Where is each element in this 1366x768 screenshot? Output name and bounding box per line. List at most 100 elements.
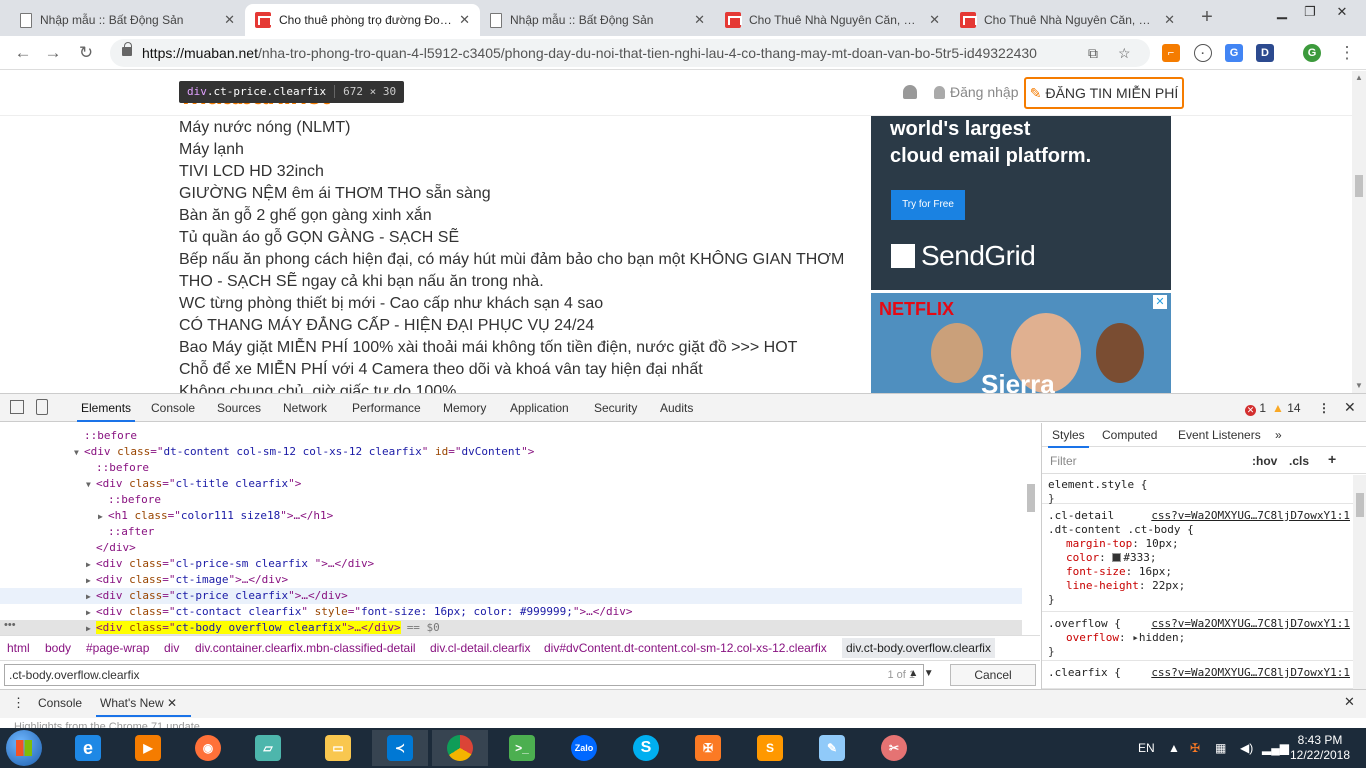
tab-network[interactable]: Network	[283, 401, 327, 415]
dom-node-line[interactable]: </div>	[0, 540, 1022, 556]
scrollbar-thumb[interactable]	[1027, 484, 1035, 512]
tab-application[interactable]: Application	[510, 401, 569, 415]
css-rule[interactable]: .overflow {css?v=Wa2OMXYUG…7C8ljD7owxY1:…	[1042, 614, 1354, 661]
browser-tab-2[interactable]: Cho thuê phòng trọ đường Đoàn V ✕	[245, 4, 480, 36]
filter-input[interactable]: Filter	[1050, 454, 1077, 468]
dom-node-line[interactable]: ::before	[0, 492, 1022, 508]
css-rule[interactable]: .cl-detail css?v=Wa2OMXYUG…7C8ljD7owxY1:1…	[1042, 506, 1354, 612]
dom-node-line[interactable]: ▶ <div class="ct-body overflow clearfix">…	[0, 620, 1022, 635]
system-clock[interactable]: 8:43 PM 12/22/2018	[1285, 733, 1355, 763]
tab-performance[interactable]: Performance	[352, 401, 421, 415]
address-bar[interactable]: https://muaban.net/nha-tro-phong-tro-qua…	[110, 39, 1150, 67]
try-free-button[interactable]: Try for Free	[891, 190, 965, 220]
zalo-icon[interactable]: Zalo	[556, 730, 612, 766]
paint-icon[interactable]: ✎	[804, 730, 860, 766]
devtools-menu-icon[interactable]: ⋮	[1318, 401, 1330, 415]
volume-icon[interactable]: ◀)	[1240, 728, 1253, 768]
tab-console[interactable]: Console	[151, 401, 195, 415]
tab-security[interactable]: Security	[594, 401, 637, 415]
browser-tab-4[interactable]: Cho Thuê Nhà Nguyên Căn, Bất Độ ✕	[715, 4, 950, 36]
dom-node-line[interactable]: ▶ <div class="ct-price clearfix">…</div>	[0, 588, 1022, 604]
browser-tab-3[interactable]: Nhập mẫu :: Bất Động Sản ✕	[480, 4, 715, 36]
css-source-link[interactable]: css?v=Wa2OMXYUG…7C8ljD7owxY1:1	[1151, 617, 1350, 631]
css-property[interactable]: font-size: 16px;	[1048, 565, 1354, 579]
expand-triangle-icon[interactable]: ▶	[86, 605, 96, 621]
close-drawer-icon[interactable]: ✕	[1344, 694, 1355, 710]
translate-icon[interactable]: ⧉	[1088, 45, 1098, 62]
css-source-link[interactable]: css?v=Wa2OMXYUG…7C8ljD7owxY1:1	[1151, 509, 1350, 523]
drawer-tab-console[interactable]: Console	[38, 696, 82, 710]
scroll-up-icon[interactable]: ▲	[1355, 73, 1363, 82]
dom-node-line[interactable]: ::after	[0, 524, 1022, 540]
dom-node-line[interactable]: ::before	[0, 428, 1022, 444]
drawer-menu-icon[interactable]: ⋮	[12, 695, 25, 711]
css-rule[interactable]: .clearfix {css?v=Wa2OMXYUG…7C8ljD7owxY1:…	[1042, 663, 1354, 689]
close-icon[interactable]: ✕	[694, 12, 705, 28]
expand-triangle-icon[interactable]: ▸	[1132, 631, 1139, 644]
extension-icon[interactable]: ⌐	[1162, 44, 1180, 62]
language-indicator[interactable]: EN	[1138, 728, 1155, 768]
chrome-icon[interactable]	[432, 730, 488, 766]
xampp-icon[interactable]: ✠	[680, 730, 736, 766]
vscode-icon[interactable]: ≺	[372, 730, 428, 766]
error-count[interactable]: ✕ 1	[1245, 401, 1266, 416]
close-icon[interactable]: ✕	[224, 12, 235, 28]
css-property[interactable]: overflow: ▸hidden;	[1048, 631, 1354, 645]
xampp-tray-icon[interactable]: ✠	[1190, 728, 1200, 768]
dom-node-line[interactable]: ▶ <div class="cl-price-sm clearfix ">…</d…	[0, 556, 1022, 572]
cancel-button[interactable]: Cancel	[950, 664, 1036, 686]
snipping-tool-icon[interactable]: ✂	[866, 730, 922, 766]
media-player-icon[interactable]: ▶	[120, 730, 176, 766]
styles-scrollbar[interactable]	[1353, 475, 1366, 689]
start-button[interactable]	[6, 730, 42, 766]
close-icon[interactable]: ✕	[459, 12, 470, 28]
scrollbar-thumb[interactable]	[1355, 175, 1363, 197]
class-toggle[interactable]: .cls	[1289, 454, 1309, 468]
dom-node-line[interactable]: ▶ <div class="ct-contact clearfix" style=…	[0, 604, 1022, 620]
search-prev-next-buttons[interactable]: ▲ ▼	[898, 664, 944, 686]
expand-triangle-icon[interactable]: ▶	[98, 509, 108, 525]
post-free-button[interactable]: ✎ ĐĂNG TIN MIỄN PHÍ	[1024, 77, 1184, 109]
breadcrumb-item[interactable]: html	[7, 641, 30, 655]
dom-node-line[interactable]: ▶ <div class="ct-image">…</div>	[0, 572, 1022, 588]
expand-triangle-icon[interactable]: ▼	[86, 477, 96, 493]
browser-tab-5[interactable]: Cho Thuê Nhà Nguyên Căn, Bất Độ ✕	[950, 4, 1185, 36]
drawer-tab-whats-new[interactable]: What's New ✕	[95, 696, 192, 717]
device-toolbar-icon[interactable]	[36, 399, 48, 415]
scroll-down-icon[interactable]: ▼	[1355, 381, 1363, 390]
ad-close-icon[interactable]: ✕	[1153, 295, 1167, 309]
breadcrumb-item[interactable]: #page-wrap	[86, 641, 149, 655]
color-swatch[interactable]	[1112, 553, 1122, 562]
expand-triangle-icon[interactable]: ▶	[86, 589, 96, 605]
close-window-icon[interactable]: ✕	[1328, 4, 1356, 20]
expand-triangle-icon[interactable]: ▼	[74, 445, 84, 461]
minimize-icon[interactable]: ▁	[1268, 4, 1296, 20]
dom-node-line[interactable]: ▶ <h1 class="color111 size18">…</h1>	[0, 508, 1022, 524]
dom-tree-scrollbar[interactable]	[1024, 424, 1038, 634]
firefox-icon[interactable]: ◉	[180, 730, 236, 766]
internet-explorer-icon[interactable]: e	[60, 730, 116, 766]
warning-count[interactable]: ▲ 14	[1272, 401, 1301, 415]
forward-icon[interactable]: →	[42, 42, 64, 64]
new-tab-icon[interactable]: +	[1195, 6, 1219, 30]
expand-triangle-icon[interactable]: ▶	[86, 557, 96, 573]
reload-icon[interactable]: ↻	[75, 42, 97, 64]
dom-node-line[interactable]: ::before	[0, 460, 1022, 476]
extension-d-icon[interactable]: D	[1256, 44, 1274, 62]
hover-state-toggle[interactable]: :hov	[1252, 454, 1277, 468]
close-icon[interactable]: ✕	[167, 696, 177, 710]
browser-tab-1[interactable]: Nhập mẫu :: Bất Động Sản ✕	[10, 4, 245, 36]
expand-triangle-icon[interactable]: ▶	[86, 573, 96, 589]
more-dots-icon[interactable]: •••	[4, 619, 16, 631]
sendgrid-ad[interactable]: world's largest cloud email platform. Try…	[871, 116, 1171, 290]
skype-icon[interactable]: S	[618, 730, 674, 766]
login-link[interactable]: Đăng nhập	[934, 84, 1019, 100]
inspect-icon[interactable]	[10, 400, 24, 414]
scrollbar-thumb[interactable]	[1356, 493, 1364, 517]
css-property[interactable]: color: #333;	[1048, 551, 1354, 565]
tab-sources[interactable]: Sources	[217, 401, 261, 415]
close-icon[interactable]: ✕	[929, 12, 940, 28]
tab-elements[interactable]: Elements	[76, 401, 136, 422]
menu-icon[interactable]: ⋮	[1336, 42, 1358, 64]
dom-node-line[interactable]: ▼ <div class="cl-title clearfix">	[0, 476, 1022, 492]
